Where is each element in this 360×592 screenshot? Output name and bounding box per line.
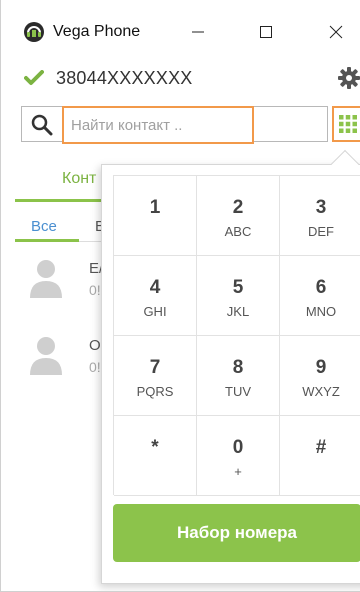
title-bar: Vega Phone	[1, 0, 360, 56]
account-status-row: 38044XXXXXXX	[1, 62, 360, 96]
popup-pointer	[330, 149, 360, 179]
dialpad-key-9[interactable]: 9 WXYZ	[280, 336, 360, 416]
dial-button[interactable]: Набор номера	[113, 504, 360, 562]
dialpad-key-star[interactable]: *	[114, 416, 197, 496]
tab-contacts[interactable]: Конт	[62, 170, 96, 188]
list-item[interactable]: Е/ 0!	[15, 258, 115, 318]
dialpad-key-1[interactable]: 1	[114, 176, 197, 256]
dialpad-key-3[interactable]: 3 DEF	[280, 176, 360, 256]
dialpad-key-5[interactable]: 5 JKL	[197, 256, 280, 336]
close-icon	[329, 25, 343, 39]
maximize-icon	[260, 26, 272, 38]
account-phone-number: 38044XXXXXXX	[56, 68, 193, 88]
dialpad-popup: 1 2 ABC 3 DEF 4 GHI 5 JKL 6 MNO 7 PQRS 8 TUV 9W…	[101, 149, 360, 584]
dialpad-key-8[interactable]: 8 TUV	[197, 336, 280, 416]
app-window: Vega Phone 38044XXXXXXX Найти контакт ..…	[0, 0, 360, 592]
minimize-button[interactable]	[176, 14, 220, 50]
active-tab-indicator	[15, 239, 79, 242]
dialpad-toggle-button[interactable]	[332, 106, 360, 142]
dialpad-key-0[interactable]: 0 +	[197, 416, 280, 496]
dialpad-key-7[interactable]: 7 PQRS	[114, 336, 197, 416]
maximize-button[interactable]	[244, 14, 288, 50]
app-title: Vega Phone	[53, 23, 141, 40]
search-icon	[31, 114, 53, 136]
minimize-icon	[192, 31, 204, 33]
dialpad-key-2[interactable]: 2 ABC	[197, 176, 280, 256]
search-box	[21, 106, 328, 144]
list-item[interactable]: О 0!	[15, 335, 115, 395]
contact-name: О	[89, 337, 101, 354]
dialpad-keys: 1 2 ABC 3 DEF 4 GHI 5 JKL 6 MNO 7 PQRS 8 TUV 9W…	[113, 175, 360, 496]
person-icon	[30, 260, 62, 298]
dialpad-grid-icon	[339, 115, 357, 133]
tab-all[interactable]: Все	[31, 218, 57, 235]
person-icon	[30, 337, 62, 375]
contact-number: 0!	[89, 282, 101, 298]
headset-logo-icon	[24, 22, 44, 42]
dialpad-key-4[interactable]: 4 GHI	[114, 256, 197, 336]
dialpad-key-hash[interactable]: #	[280, 416, 360, 496]
dialpad-key-6[interactable]: 6 MNO	[280, 256, 360, 336]
check-icon	[24, 70, 44, 85]
search-input[interactable]	[62, 106, 254, 144]
close-button[interactable]	[314, 14, 358, 50]
gear-icon[interactable]	[337, 66, 360, 90]
contact-number: 0!	[89, 359, 101, 375]
